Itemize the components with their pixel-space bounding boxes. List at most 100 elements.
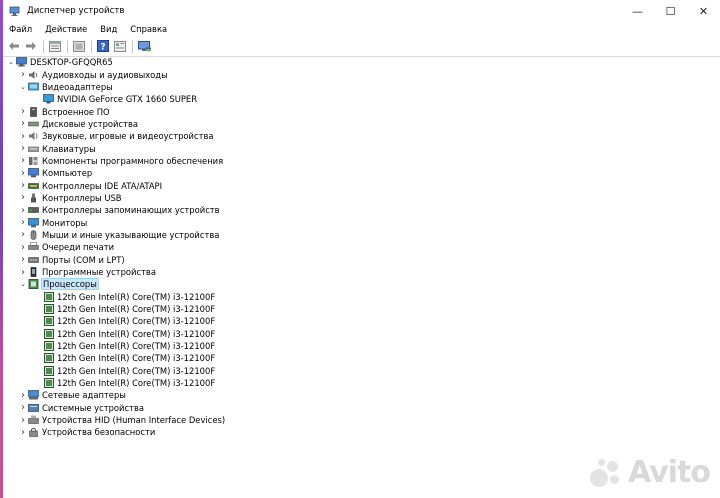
ide-controller-icon xyxy=(28,181,39,191)
minimize-button[interactable]: — xyxy=(621,0,654,22)
chevron-right-icon[interactable]: › xyxy=(18,167,28,179)
tree-category[interactable]: › Встроенное ПО xyxy=(3,105,720,117)
tree-category[interactable]: › Порты (COM и LPT) xyxy=(3,254,720,266)
tree-category[interactable]: › Компьютер xyxy=(3,167,720,179)
tree-device[interactable]: 12th Gen Intel(R) Core(TM) i3-12100F xyxy=(3,303,720,315)
chevron-right-icon[interactable]: › xyxy=(18,106,28,118)
tree-device-label: NVIDIA GeForce GTX 1660 SUPER xyxy=(57,94,198,105)
help-icon[interactable]: ? xyxy=(96,39,110,53)
chevron-right-icon[interactable]: › xyxy=(18,266,28,278)
chevron-right-icon[interactable]: › xyxy=(18,389,28,401)
cpu-core-icon xyxy=(43,328,54,339)
avito-logo-icon xyxy=(590,458,624,488)
tree-category[interactable]: › Звуковые, игровые и видеоустройства xyxy=(3,130,720,142)
tree-category[interactable]: › Клавиатуры xyxy=(3,142,720,154)
tree-category[interactable]: › Программные устройства xyxy=(3,266,720,278)
cpu-core-icon xyxy=(43,365,54,376)
tree-category[interactable]: ⌄ Видеоадаптеры xyxy=(3,81,720,93)
chevron-right-icon[interactable]: › xyxy=(18,143,28,155)
forward-arrow-icon[interactable] xyxy=(24,39,38,53)
chevron-right-icon[interactable]: › xyxy=(18,69,28,81)
computer-icon xyxy=(28,168,39,178)
chevron-right-icon[interactable]: › xyxy=(18,229,28,241)
gpu-device-icon xyxy=(43,94,54,104)
device-view-icon[interactable] xyxy=(113,39,127,53)
toolbar-separator xyxy=(91,39,92,53)
chevron-down-icon[interactable]: ⌄ xyxy=(18,81,28,93)
tree-category[interactable]: › Контроллеры IDE ATA/ATAPI xyxy=(3,179,720,191)
mouse-icon xyxy=(28,230,39,240)
processor-icon xyxy=(28,279,39,290)
chevron-right-icon[interactable]: › xyxy=(18,155,28,167)
software-device-icon xyxy=(28,267,39,277)
tree-category-label: Устройства HID (Human Interface Devices) xyxy=(42,415,226,426)
storage-controller-icon xyxy=(28,205,39,215)
computer-icon xyxy=(16,57,27,67)
toolbar: ? xyxy=(3,36,720,57)
tree-category[interactable]: › Устройства безопасности xyxy=(3,426,720,438)
tree-category-label: Видеоадаптеры xyxy=(42,81,113,92)
chevron-down-icon[interactable]: ⌄ xyxy=(18,278,28,290)
keyboard-icon xyxy=(28,144,39,154)
properties-icon[interactable] xyxy=(48,39,62,53)
tree-device[interactable]: 12th Gen Intel(R) Core(TM) i3-12100F xyxy=(3,377,720,389)
chevron-right-icon[interactable]: › xyxy=(18,254,28,266)
back-arrow-icon[interactable] xyxy=(7,39,21,53)
tree-device[interactable]: 12th Gen Intel(R) Core(TM) i3-12100F xyxy=(3,328,720,340)
tree-category[interactable]: › Сетевые адаптеры xyxy=(3,389,720,401)
device-tree: ⌄ DESKTOP-GFQQR65 › Аудиовходы и аудиовых… xyxy=(3,56,720,498)
tree-device[interactable]: 12th Gen Intel(R) Core(TM) i3-12100F xyxy=(3,315,720,327)
tree-device-label: 12th Gen Intel(R) Core(TM) i3-12100F xyxy=(57,341,216,352)
tree-device[interactable]: 12th Gen Intel(R) Core(TM) i3-12100F xyxy=(3,365,720,377)
tree-device[interactable]: NVIDIA GeForce GTX 1660 SUPER xyxy=(3,93,720,105)
chevron-right-icon[interactable]: › xyxy=(18,130,28,142)
chevron-right-icon[interactable]: › xyxy=(18,414,28,426)
tree-device[interactable]: 12th Gen Intel(R) Core(TM) i3-12100F xyxy=(3,352,720,364)
maximize-button[interactable]: ☐ xyxy=(654,0,687,22)
tree-category[interactable]: › Очереди печати xyxy=(3,241,720,253)
tree-device[interactable]: 12th Gen Intel(R) Core(TM) i3-12100F xyxy=(3,340,720,352)
chevron-right-icon[interactable]: › xyxy=(18,192,28,204)
tree-category[interactable]: › Контроллеры USB xyxy=(3,192,720,204)
chevron-right-icon[interactable]: › xyxy=(18,180,28,192)
tree-category[interactable]: › Аудиовходы и аудиовыходы xyxy=(3,68,720,80)
chevron-right-icon[interactable]: › xyxy=(18,118,28,130)
tree-category[interactable]: › Мыши и иные указывающие устройства xyxy=(3,229,720,241)
tree-category-label: Мыши и иные указывающие устройства xyxy=(42,229,220,240)
chevron-down-icon[interactable]: ⌄ xyxy=(6,56,16,68)
menu-file[interactable]: Файл xyxy=(9,24,39,34)
menu-bar: Файл Действие Вид Справка xyxy=(3,22,720,36)
chevron-right-icon[interactable]: › xyxy=(18,204,28,216)
tree-category[interactable]: › Контроллеры запоминающих устройств xyxy=(3,204,720,216)
port-icon xyxy=(28,255,39,265)
chevron-right-icon[interactable]: › xyxy=(18,402,28,414)
tree-category-label: Очереди печати xyxy=(42,242,115,253)
tree-category-label: Сетевые адаптеры xyxy=(42,390,126,401)
software-component-icon xyxy=(28,156,39,166)
show-hidden-icon[interactable] xyxy=(72,39,86,53)
chevron-right-icon[interactable]: › xyxy=(18,241,28,253)
tree-category[interactable]: ⌄ Процессоры xyxy=(3,278,720,291)
tree-device[interactable]: 12th Gen Intel(R) Core(TM) i3-12100F xyxy=(3,291,720,303)
tree-root[interactable]: ⌄ DESKTOP-GFQQR65 xyxy=(3,56,720,68)
menu-view[interactable]: Вид xyxy=(100,24,124,34)
scan-hardware-icon[interactable] xyxy=(137,39,151,53)
menu-help[interactable]: Справка xyxy=(130,24,174,34)
tree-device-label: 12th Gen Intel(R) Core(TM) i3-12100F xyxy=(57,304,216,315)
svg-text:?: ? xyxy=(100,43,105,53)
tree-category-label: Контроллеры USB xyxy=(42,192,122,203)
tree-category[interactable]: › Дисковые устройства xyxy=(3,118,720,130)
chevron-right-icon[interactable]: › xyxy=(18,426,28,438)
tree-category-label: Контроллеры запоминающих устройств xyxy=(42,205,220,216)
tree-category-label: Контроллеры IDE ATA/ATAPI xyxy=(42,180,163,191)
menu-action[interactable]: Действие xyxy=(45,24,94,34)
tree-category[interactable]: › Мониторы xyxy=(3,216,720,228)
tree-category-label: Дисковые устройства xyxy=(42,118,139,129)
tree-category[interactable]: › Компоненты программного обеспечения xyxy=(3,155,720,167)
tree-category[interactable]: › Устройства HID (Human Interface Devices… xyxy=(3,414,720,426)
chevron-right-icon[interactable]: › xyxy=(18,217,28,229)
display-adapter-icon xyxy=(28,82,39,92)
sound-icon xyxy=(28,131,39,141)
close-button[interactable]: ✕ xyxy=(687,0,720,22)
tree-category[interactable]: › Системные устройства xyxy=(3,402,720,414)
